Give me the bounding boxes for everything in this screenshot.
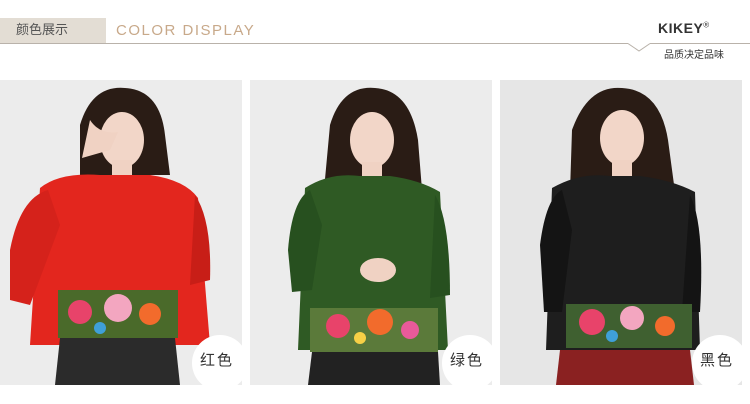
color-card-green[interactable]: 绿色 <box>250 80 492 385</box>
brand-logo: KIKEY® <box>658 20 710 36</box>
section-title-en: COLOR DISPLAY <box>116 22 256 39</box>
divider-line-right <box>650 43 750 44</box>
section-title-cn: 颜色展示 <box>0 18 106 43</box>
divider-line <box>0 43 628 44</box>
brand-slogan: 品质决定品味 <box>664 50 724 61</box>
color-label-badge: 黑色 <box>692 335 742 385</box>
color-card-red[interactable]: 红色 <box>0 80 242 385</box>
color-label-badge: 绿色 <box>442 335 492 385</box>
divider-notch <box>628 43 650 52</box>
header: 颜色展示 COLOR DISPLAY KIKEY® 品质决定品味 <box>0 0 750 70</box>
color-label-badge: 红色 <box>192 335 242 385</box>
color-card-black[interactable]: 黑色 <box>500 80 742 385</box>
